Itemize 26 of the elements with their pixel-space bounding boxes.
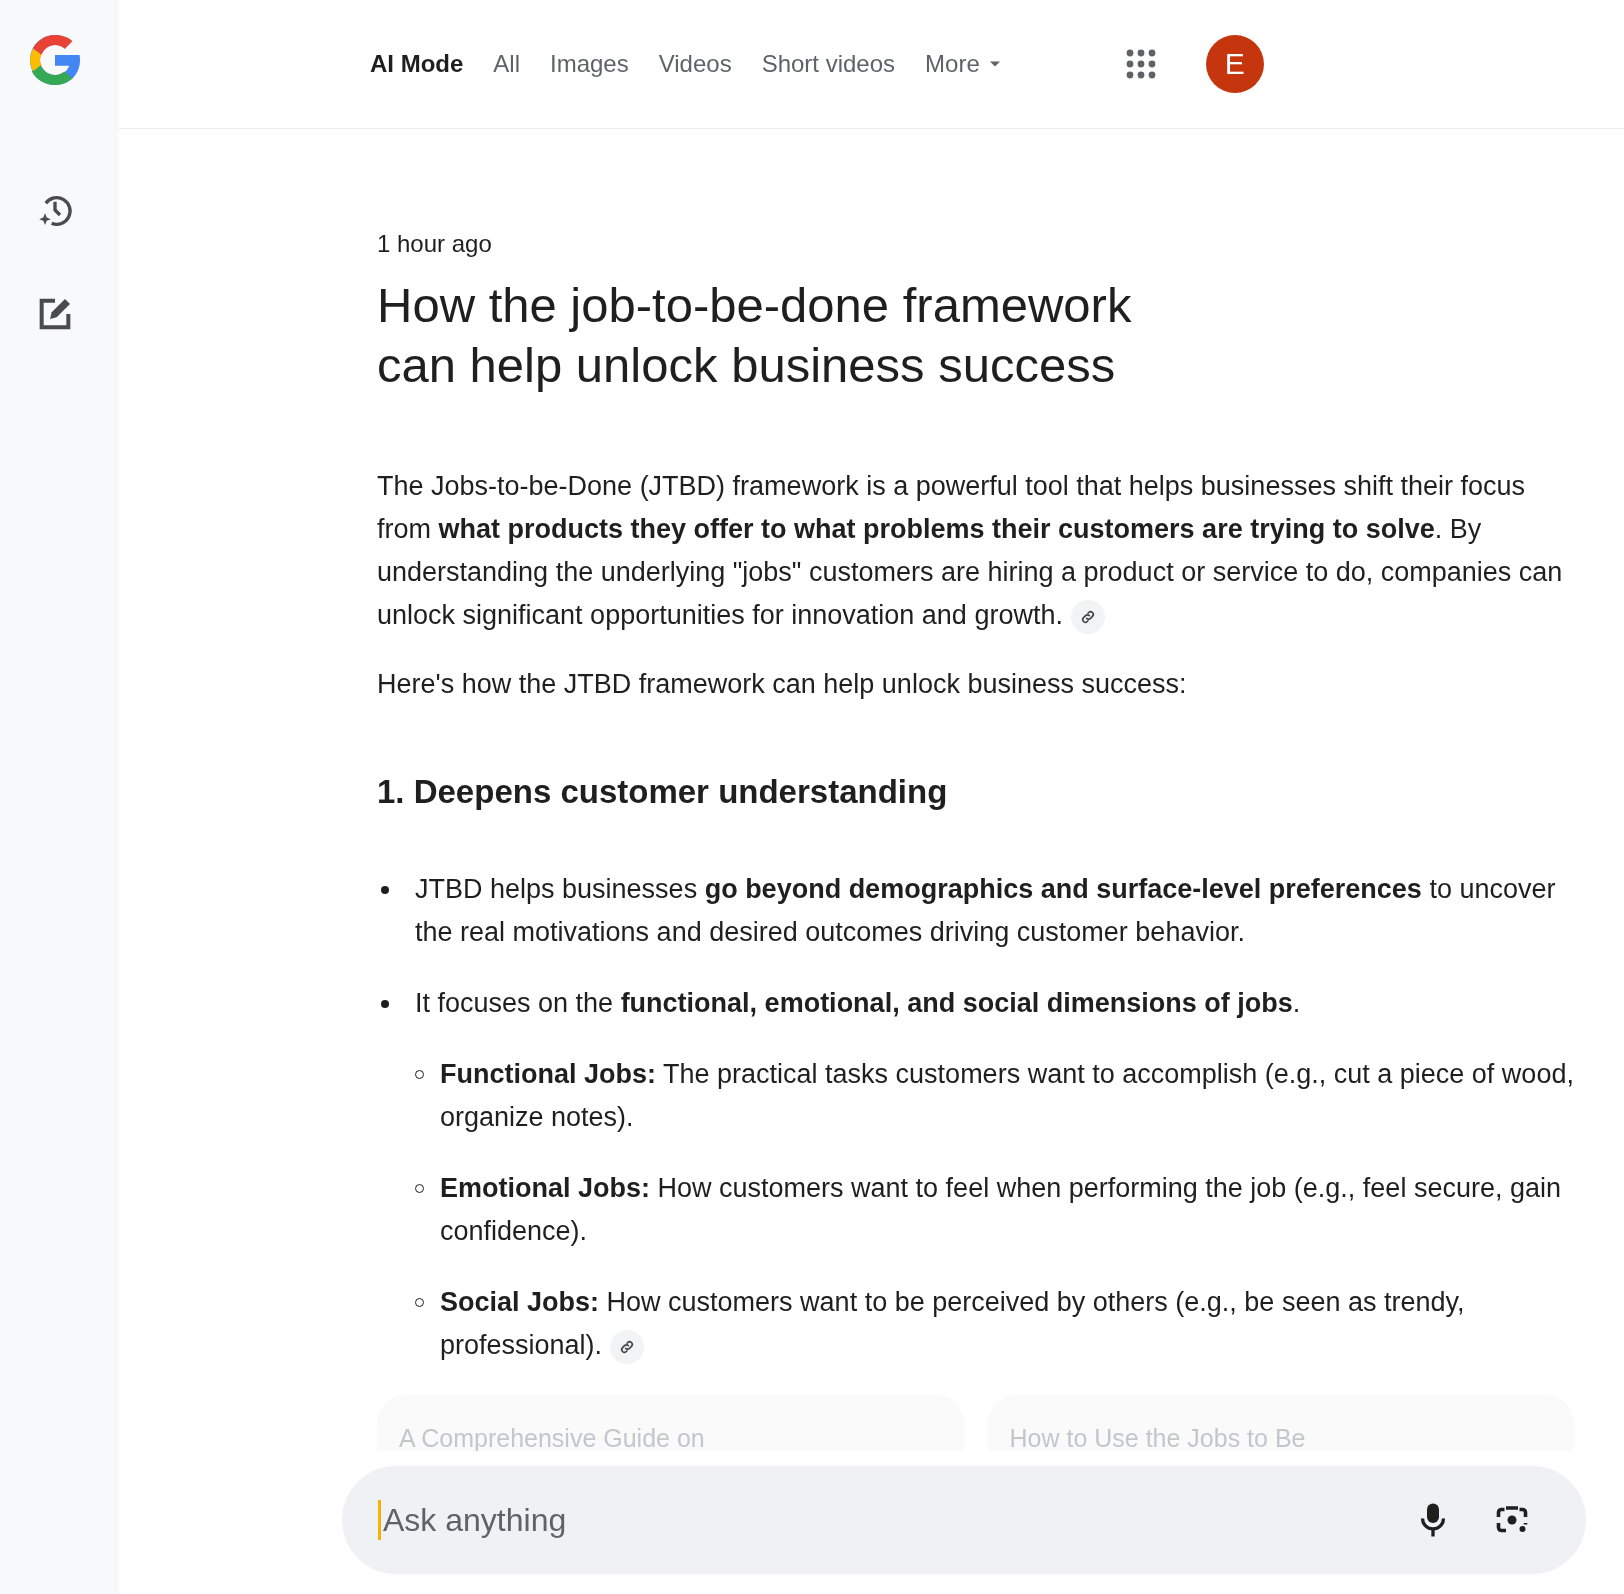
caret-icon <box>989 61 1000 67</box>
paragraph: The Jobs-to-be-Done (JTBD) framework is a powerful tool that helps businesses shift their focus from what products they offer to what problems their customers are trying to solve. By understanding the underlying "jobs" customers are hiring a product or service to do, companies can unlock significant opportunities for innovation and growth. <box>377 471 1563 630</box>
bullet-text: Emotional Jobs: How customers want to feel when performing the job (e.g., feel secure, gain confidence). <box>440 1173 1561 1246</box>
link-icon[interactable] <box>610 1329 645 1364</box>
microphone-icon[interactable] <box>1418 1502 1448 1538</box>
search-input[interactable]: Ask anything <box>381 1500 1372 1540</box>
section-heading: 1. Deepens customer understanding <box>377 772 949 812</box>
bullet-text: Social Jobs: How customers want to be perceived by others (e.g., be seen as trendy, professional). <box>440 1287 1465 1360</box>
bullet-text: Functional Jobs: The practical tasks customers want to accomplish (e.g., cut a piece of wood, organize notes). <box>440 1059 1574 1132</box>
nav-tab[interactable]: All <box>487 42 526 86</box>
link-icon[interactable] <box>1070 599 1105 634</box>
bullet-icon <box>381 886 389 894</box>
nav-tab[interactable]: Short videos <box>755 42 902 86</box>
apps-grid-icon[interactable] <box>1125 49 1156 79</box>
nav-tab[interactable]: AI Mode <box>364 42 470 86</box>
nav-tab[interactable]: Videos <box>652 42 738 86</box>
bullet-text: It focuses on the functional, emotional, and social dimensions of jobs. <box>415 988 1301 1018</box>
paragraph: Here's how the JTBD framework can help unlock business success: <box>377 669 1187 699</box>
nav-tab[interactable]: Images <box>544 42 635 86</box>
search-field[interactable]: Ask anything <box>342 1466 1586 1574</box>
account-avatar[interactable]: E <box>1205 35 1264 93</box>
more-menu[interactable]: More <box>919 42 1006 86</box>
bullet-icon <box>381 1000 389 1008</box>
timestamp: 1 hour ago <box>377 229 493 259</box>
bullet-text: JTBD helps businesses go beyond demographics and surface-level preferences to uncover the real motivations and desired outcomes driving customer behavior. <box>415 874 1556 947</box>
page-title: How the job-to-be-done framework can help unlock business success <box>377 277 1133 394</box>
